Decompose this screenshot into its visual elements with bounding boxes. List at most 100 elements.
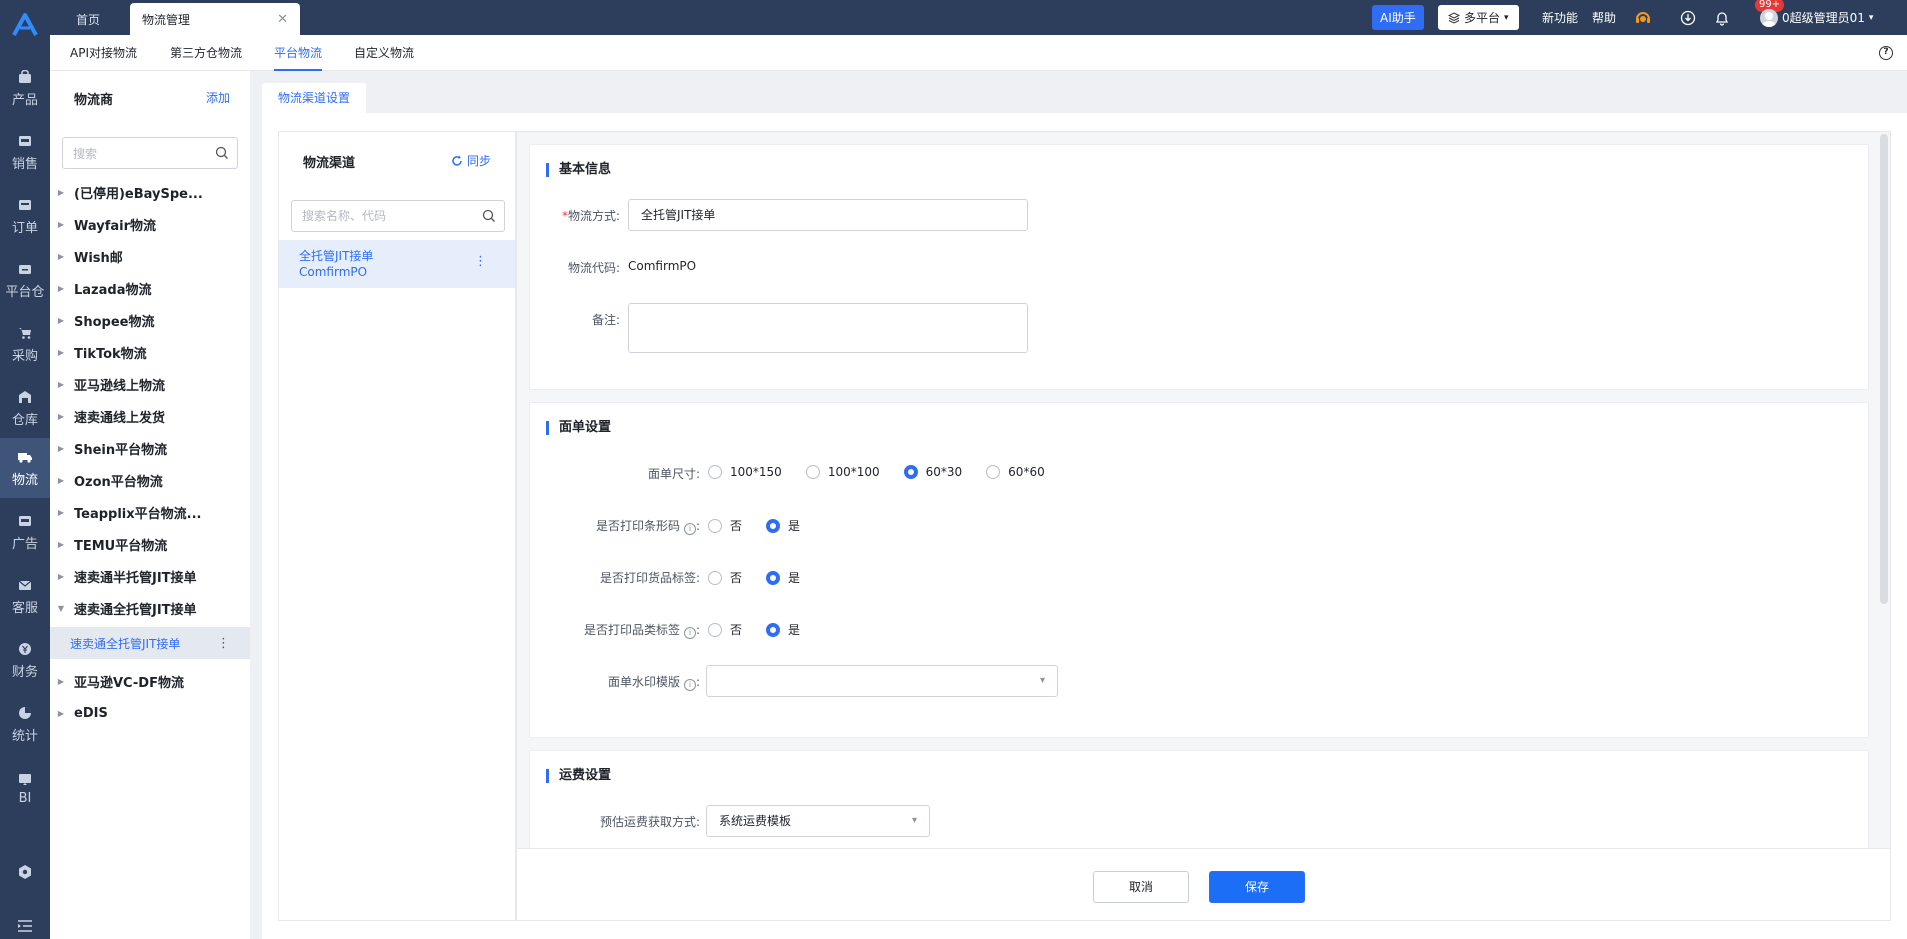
customer-service-button[interactable] [1634,0,1652,35]
tree-item-carrier[interactable]: ▶ Teapplix平台物流... [50,496,250,528]
tree-item-carrier[interactable]: ▶ 速卖通线上发货 [50,400,250,432]
notifications-button[interactable] [1714,0,1730,35]
code-value: ComfirmPO [628,259,697,273]
radio-yes[interactable]: 是 [766,621,800,638]
ad-icon [17,513,33,529]
tree-item-carrier[interactable]: ▶ Lazada物流 [50,272,250,304]
rail-item-service[interactable]: 客服 [0,566,50,626]
rail-label: 订单 [11,220,38,236]
close-icon[interactable]: ✕ [277,12,288,27]
rail-item-purchase[interactable]: 采购 [0,314,50,374]
download-button[interactable] [1680,0,1696,35]
channel-title: 物流渠道 [303,156,356,171]
tree-item-carrier[interactable]: ▶ Wayfair物流 [50,208,250,240]
radio-no[interactable]: 否 [708,569,742,586]
channel-name: 全托管JIT接单 [299,249,374,263]
watermark-select[interactable]: ▾ [706,665,1058,697]
bi-chart-icon [17,771,33,787]
radio-size[interactable]: 100*100 [805,465,880,479]
collapse-menu-button[interactable] [0,906,50,939]
radio-yes[interactable]: 是 [766,517,800,534]
radio-size-selected[interactable]: 60*30 [903,465,962,479]
radio-yes[interactable]: 是 [766,569,800,586]
tree-item-carrier[interactable]: ▶ Wish邮 [50,240,250,272]
save-button[interactable]: 保存 [1209,871,1305,903]
tree-child-selected[interactable]: 速卖通全托管JIT接单 ⋮ [50,627,250,659]
tree-item-carrier[interactable]: ▶ 亚马逊VC-DF物流 [50,665,250,697]
platform-switch-button[interactable]: 多平台 ▾ [1438,0,1519,35]
tree-item-carrier[interactable]: ▶ TEMU平台物流 [50,528,250,560]
tree-item-label: TikTok物流 [74,346,147,362]
settings-hex-button[interactable] [0,852,50,892]
ai-assistant-button[interactable]: AI助手 [1372,0,1424,35]
subnav-custom-logistics[interactable]: 自定义物流 [354,35,414,71]
top-header: 首页 物流管理 ✕ AI助手 多平台 ▾ 新功能 帮助 99+ 0超级管理员01… [50,0,1907,35]
tree-item-carrier-expanded[interactable]: ▼ 速卖通全托管JIT接单 [50,592,250,624]
rail-item-warehouse[interactable]: 仓库 [0,378,50,438]
add-carrier-link[interactable]: 添加 [206,89,230,106]
app-logo[interactable] [0,0,50,50]
caret-right-icon: ▶ [57,347,64,357]
tab-channel-settings[interactable]: 物流渠道设置 [262,83,367,113]
tab-home[interactable]: 首页 [64,3,112,35]
caret-right-icon: ▶ [57,379,64,389]
more-vertical-icon[interactable]: ⋮ [217,636,230,651]
search-placeholder: 搜索 [73,146,98,161]
rail-item-bi[interactable]: BI [0,758,50,818]
radio-size[interactable]: 100*150 [708,465,782,479]
sync-button[interactable]: 同步 [451,152,491,169]
tree-item-label: 速卖通全托管JIT接单 [74,602,197,618]
tree-item-carrier[interactable]: ▶ 速卖通半托管JIT接单 [50,560,250,592]
rail-item-finance[interactable]: 财务 [0,630,50,690]
more-vertical-icon[interactable]: ⋮ [474,254,487,270]
radio-no[interactable]: 否 [708,517,742,534]
channel-list-item[interactable]: 全托管JIT接单 ComfirmPO ⋮ [279,240,515,288]
tree-item-label: Wish邮 [74,250,123,266]
tree-item-label: (已停用)eBaySpe... [74,186,203,202]
tree-item-carrier[interactable]: ▶ (已停用)eBaySpe... [50,176,250,208]
channel-search-input[interactable]: 搜索名称、代码 [291,200,505,232]
rail-label: 物流 [11,472,38,488]
tree-item-carrier[interactable]: ▶ Ozon平台物流 [50,464,250,496]
info-icon: i [683,627,696,639]
carrier-search-input[interactable]: 搜索 [62,137,238,169]
caret-right-icon: ▶ [57,539,64,549]
cancel-button[interactable]: 取消 [1093,871,1189,903]
rail-label: 平台仓 [5,284,45,300]
help-link[interactable]: 帮助 [1592,0,1616,35]
download-icon [1680,10,1696,25]
tree-item-carrier[interactable]: ▶ 亚马逊线上物流 [50,368,250,400]
new-features-link[interactable]: 新功能 [1542,0,1578,35]
tab-logistics-management[interactable]: 物流管理 ✕ [130,3,300,35]
rail-item-stats[interactable]: 统计 [0,694,50,754]
caret-right-icon: ▶ [57,676,64,686]
info-icon: i [683,523,696,535]
radio-no[interactable]: 否 [708,621,742,638]
rail-item-logistics[interactable]: 物流 [0,438,50,498]
question-icon[interactable]: ? [1879,46,1893,60]
search-placeholder: 搜索名称、代码 [302,209,387,223]
caret-right-icon: ▶ [57,187,64,197]
tree-item-carrier[interactable]: ▶ eDIS [50,697,250,729]
tree-item-carrier[interactable]: ▶ TikTok物流 [50,336,250,368]
barcode-label: 是否打印条形码 i: [595,519,700,535]
scrollbar[interactable] [1880,134,1888,604]
tree-item-carrier[interactable]: ▶ Shopee物流 [50,304,250,336]
estimate-select[interactable]: 系统运费模板 ▾ [706,805,930,837]
method-input[interactable]: 全托管JIT接单 [628,199,1028,231]
subnav-third-party-warehouse[interactable]: 第三方仓物流 [170,35,242,71]
user-menu[interactable]: 0超级管理员01 ▾ [1760,0,1873,35]
subnav-platform-logistics[interactable]: 平台物流 [274,35,323,71]
rail-item-product[interactable]: 产品 [0,58,50,118]
tree-item-label: Shein平台物流 [74,442,168,458]
rail-item-sales[interactable]: 销售 [0,122,50,182]
tree-item-carrier[interactable]: ▶ Shein平台物流 [50,432,250,464]
tree-item-label: 速卖通半托管JIT接单 [74,570,197,586]
subnav-api-logistics[interactable]: API对接物流 [70,35,137,71]
tree-item-label: Teapplix平台物流... [74,506,202,522]
remark-textarea[interactable] [628,303,1028,353]
rail-item-ads[interactable]: 广告 [0,502,50,562]
rail-item-orders[interactable]: 订单 [0,186,50,246]
radio-size[interactable]: 60*60 [986,465,1045,479]
rail-item-platform-warehouse[interactable]: 平台仓 [0,250,50,310]
